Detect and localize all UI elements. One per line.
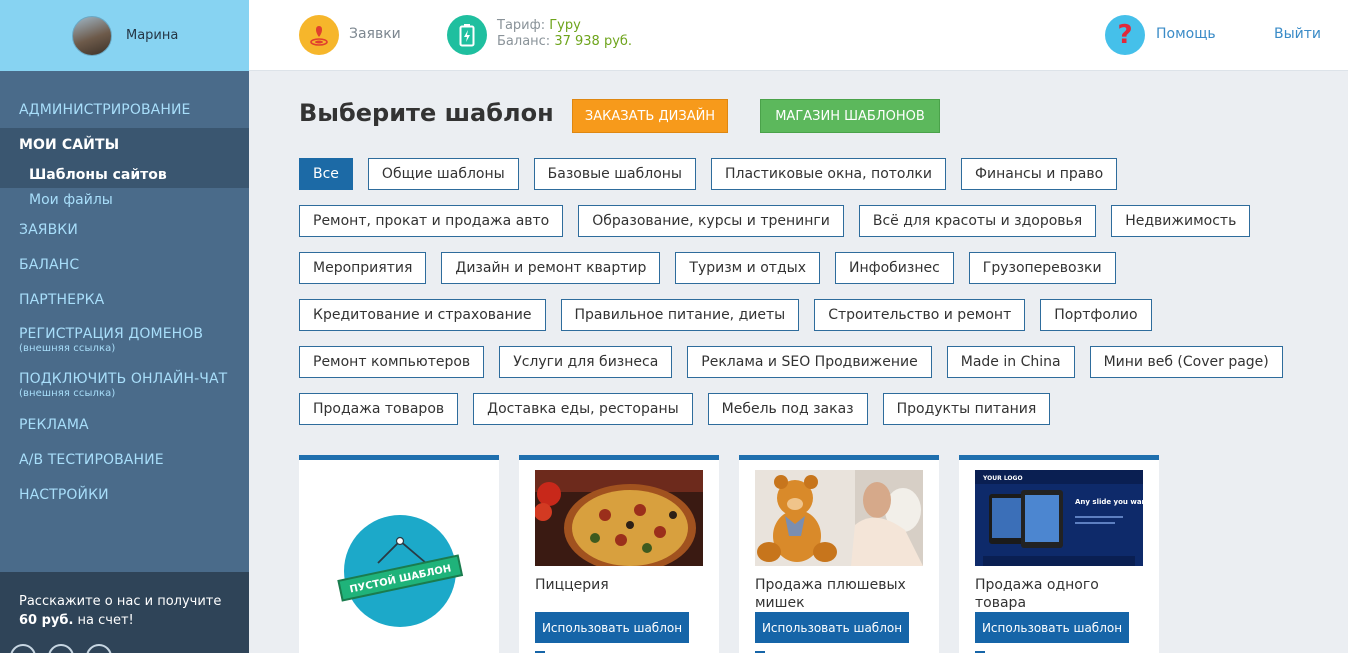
teddy-bear-thumbnail <box>755 470 923 566</box>
category-filter[interactable]: Строительство и ремонт <box>814 299 1026 331</box>
category-filter[interactable]: Доставка еды, рестораны <box>473 393 693 425</box>
category-filter[interactable]: Базовые шаблоны <box>533 158 696 190</box>
template-card[interactable]: Продажа плюшевых мишек Использовать шабл… <box>739 455 939 653</box>
category-filter[interactable]: Общие шаблоны <box>367 158 519 190</box>
user-panel: Марина <box>0 0 249 71</box>
sidebar-item-settings[interactable]: НАСТРОЙКИ <box>0 478 249 513</box>
sidebar-item-ads[interactable]: РЕКЛАМА <box>0 408 249 443</box>
category-row: Кредитование и страхование Правильное пи… <box>299 299 1152 331</box>
external-link-note: (внешняя ссылка) <box>19 388 116 399</box>
category-filter[interactable]: Туризм и отдых <box>675 252 820 284</box>
sidebar-subitem-templates[interactable]: Шаблоны сайтов <box>0 163 249 188</box>
logout-link[interactable]: Выйти <box>1274 26 1321 42</box>
user-name[interactable]: Марина <box>126 28 178 43</box>
category-filter[interactable]: Услуги для бизнеса <box>499 346 673 378</box>
category-row: Мероприятия Дизайн и ремонт квартир Тури… <box>299 252 1116 284</box>
tariff-info: Тариф: Гуру Баланс: 37 938 руб. <box>497 18 632 50</box>
category-filter[interactable]: Реклама и SEO Продвижение <box>687 346 932 378</box>
sidebar-subitem-my-files[interactable]: Мои файлы <box>0 188 249 213</box>
category-filter[interactable]: Ремонт компьютеров <box>299 346 485 378</box>
help-link[interactable]: Помощь <box>1156 26 1216 42</box>
promo-text-end: на счет! <box>73 613 134 628</box>
category-filter[interactable]: Недвижимость <box>1111 205 1251 237</box>
battery-icon <box>447 15 487 55</box>
referral-promo: Расскажите о нас и получите 60 руб. на с… <box>0 572 249 653</box>
category-filter[interactable]: Правильное питание, диеты <box>560 299 800 331</box>
top-header: Заявки Тариф: Гуру Баланс: 37 938 руб. ?… <box>249 0 1348 71</box>
orders-icon[interactable] <box>299 15 339 55</box>
category-row: Продажа товаров Доставка еды, рестораны … <box>299 393 1051 425</box>
promo-text: Расскажите о нас и получите <box>19 594 222 609</box>
category-row: Ремонт, прокат и продажа авто Образовани… <box>299 205 1251 237</box>
facebook-icon[interactable] <box>86 644 112 653</box>
template-card-empty[interactable]: ПУСТОЙ ШАБЛОН <box>299 455 499 653</box>
template-card[interactable]: Пиццерия Использовать шаблон <box>519 455 719 653</box>
category-filter[interactable]: Пластиковые окна, потолки <box>710 158 946 190</box>
category-filter[interactable]: Дизайн и ремонт квартир <box>441 252 661 284</box>
pizza-thumbnail <box>535 470 703 566</box>
balance-label: Баланс: <box>497 34 551 49</box>
page-title: Выберите шаблон <box>299 99 554 127</box>
sidebar-item-admin[interactable]: АДМИНИСТРИРОВАНИЕ <box>0 93 249 128</box>
category-row: Ремонт компьютеров Услуги для бизнеса Ре… <box>299 346 1283 378</box>
use-template-button[interactable]: Использовать шаблон <box>975 612 1129 643</box>
category-filter[interactable]: Грузоперевозки <box>968 252 1116 284</box>
category-filter[interactable]: Продукты питания <box>882 393 1051 425</box>
orders-link[interactable]: Заявки <box>349 26 401 42</box>
promo-amount: 60 руб. <box>19 613 74 628</box>
sidebar-item-ab-testing[interactable]: А/В ТЕСТИРОВАНИЕ <box>0 443 249 478</box>
tablet-thumbnail: YOUR LOGO Any slide you want <box>975 470 1143 566</box>
sidebar-item-orders[interactable]: ЗАЯВКИ <box>0 213 249 248</box>
category-filter[interactable]: Мероприятия <box>299 252 427 284</box>
slide-logo-text: YOUR LOGO <box>982 475 1023 482</box>
sidebar-item-partner[interactable]: ПАРТНЕРКА <box>0 283 249 318</box>
category-filter[interactable]: Всё для красоты и здоровья <box>858 205 1097 237</box>
sidebar-item-my-sites[interactable]: МОИ САЙТЫ <box>0 128 249 163</box>
avatar[interactable] <box>72 15 112 56</box>
balance-value: 37 938 руб. <box>554 34 633 49</box>
twitter-icon[interactable] <box>48 644 74 653</box>
category-filter[interactable]: Ремонт, прокат и продажа авто <box>299 205 564 237</box>
external-link-note: (внешняя ссылка) <box>19 343 116 354</box>
category-filter[interactable]: Портфолио <box>1040 299 1152 331</box>
use-template-button[interactable]: Использовать шаблон <box>755 612 909 643</box>
vk-icon[interactable] <box>10 644 36 653</box>
template-title: Продажа плюшевых мишек <box>755 577 906 611</box>
category-filter[interactable]: Финансы и право <box>960 158 1118 190</box>
sidebar-item-chat[interactable]: ПОДКЛЮЧИТЬ ОНЛАЙН-ЧАТ (внешняя ссылка) <box>0 363 249 408</box>
template-title: Пиццерия <box>535 577 609 593</box>
social-share-buttons <box>10 644 112 653</box>
template-shop-button[interactable]: МАГАЗИН ШАБЛОНОВ <box>760 99 940 133</box>
sidebar-item-chat-label: ПОДКЛЮЧИТЬ ОНЛАЙН-ЧАТ <box>19 371 228 387</box>
template-title: Продажа одного товара <box>975 577 1099 611</box>
tariff-label: Тариф: <box>497 18 546 33</box>
sidebar-item-domains-label: РЕГИСТРАЦИЯ ДОМЕНОВ <box>19 326 204 342</box>
category-filter[interactable]: Образование, курсы и тренинги <box>578 205 844 237</box>
use-template-button[interactable]: Использовать шаблон <box>535 612 689 643</box>
help-icon[interactable]: ? <box>1105 15 1145 55</box>
tariff-value: Гуру <box>549 18 581 33</box>
category-row: Все Общие шаблоны Базовые шаблоны Пласти… <box>299 158 1118 190</box>
category-filter-all[interactable]: Все <box>299 158 353 190</box>
category-filter[interactable]: Мини веб (Cover page) <box>1089 346 1283 378</box>
sidebar-item-balance[interactable]: БАЛАНС <box>0 248 249 283</box>
category-filter[interactable]: Продажа товаров <box>299 393 459 425</box>
slide-headline-text: Any slide you want <box>1075 498 1143 506</box>
category-filter[interactable]: Made in China <box>946 346 1075 378</box>
sidebar-menu: АДМИНИСТРИРОВАНИЕ МОИ САЙТЫ Шаблоны сайт… <box>0 71 249 513</box>
category-filter[interactable]: Инфобизнес <box>834 252 954 284</box>
category-filter[interactable]: Мебель под заказ <box>707 393 868 425</box>
category-filter[interactable]: Кредитование и страхование <box>299 299 546 331</box>
sidebar-item-domains[interactable]: РЕГИСТРАЦИЯ ДОМЕНОВ (внешняя ссылка) <box>0 318 249 363</box>
order-design-button[interactable]: ЗАКАЗАТЬ ДИЗАЙН <box>572 99 728 133</box>
sidebar: Марина АДМИНИСТРИРОВАНИЕ МОИ САЙТЫ Шабло… <box>0 0 249 653</box>
empty-template-badge: ПУСТОЙ ШАБЛОН <box>337 515 464 627</box>
template-card[interactable]: YOUR LOGO Any slide you want Продажа одн… <box>959 455 1159 653</box>
